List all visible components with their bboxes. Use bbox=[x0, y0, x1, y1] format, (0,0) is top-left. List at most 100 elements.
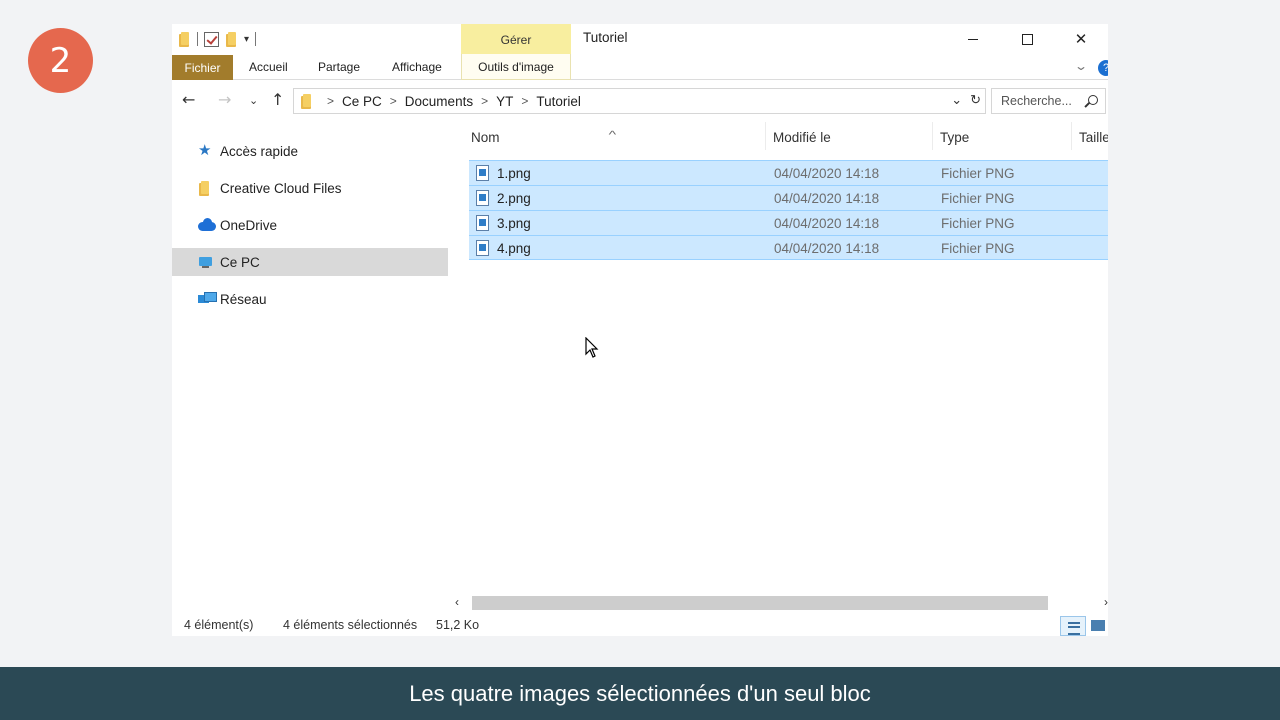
search-placeholder: Recherche... bbox=[1001, 94, 1072, 108]
scrollbar-thumb[interactable] bbox=[472, 596, 1048, 610]
recent-locations-chevron-icon[interactable]: ⌄ bbox=[249, 94, 258, 107]
horizontal-scrollbar[interactable]: ‹ › bbox=[453, 594, 1108, 612]
column-header-taille[interactable]: Taille bbox=[1079, 130, 1108, 145]
tab-accueil[interactable]: Accueil bbox=[249, 60, 288, 74]
maximize-icon bbox=[1021, 33, 1033, 45]
tab-fichier[interactable]: Fichier bbox=[172, 55, 233, 80]
file-name: 3.png bbox=[497, 216, 531, 231]
toolbar-separator bbox=[197, 32, 198, 46]
file-name: 4.png bbox=[497, 241, 531, 256]
breadcrumb-tutoriel[interactable]: Tutoriel bbox=[536, 94, 581, 109]
caption-banner: Les quatre images sélectionnées d'un seu… bbox=[0, 667, 1280, 720]
column-divider[interactable] bbox=[1071, 122, 1072, 150]
new-folder-icon[interactable] bbox=[225, 31, 238, 47]
breadcrumb-separator: > bbox=[481, 94, 489, 108]
file-name: 2.png bbox=[497, 191, 531, 206]
tab-affichage[interactable]: Affichage bbox=[392, 60, 442, 74]
minimize-button[interactable] bbox=[946, 24, 1000, 54]
file-type: Fichier PNG bbox=[941, 216, 1015, 231]
file-row[interactable]: 4.png 04/04/2020 14:18 Fichier PNG bbox=[469, 235, 1108, 260]
computer-icon bbox=[198, 255, 215, 269]
png-file-icon bbox=[476, 215, 489, 231]
navigation-pane: ★ Accès rapide Creative Cloud Files OneD… bbox=[172, 137, 448, 322]
sidebar-item-label: Réseau bbox=[220, 291, 267, 307]
folder-shape bbox=[198, 181, 211, 196]
close-button[interactable]: ✕ bbox=[1054, 24, 1108, 54]
breadcrumb-documents[interactable]: Documents bbox=[405, 94, 473, 109]
breadcrumb-ce-pc[interactable]: Ce PC bbox=[342, 94, 382, 109]
tab-partage[interactable]: Partage bbox=[318, 60, 360, 74]
manage-context-tab[interactable]: Gérer bbox=[461, 24, 571, 54]
file-row[interactable]: 1.png 04/04/2020 14:18 Fichier PNG bbox=[469, 160, 1108, 185]
star-icon: ★ bbox=[198, 142, 212, 159]
folder-icon[interactable] bbox=[178, 31, 191, 47]
sidebar-item-label: Accès rapide bbox=[220, 143, 299, 159]
window-controls: ✕ bbox=[946, 24, 1108, 54]
details-view-button[interactable] bbox=[1060, 616, 1086, 636]
address-bar[interactable]: > Ce PC > Documents > YT > Tutoriel ⌄ ↻ bbox=[293, 88, 986, 114]
status-bar: 4 élément(s) 4 éléments sélectionnés 51,… bbox=[172, 616, 1108, 636]
column-divider[interactable] bbox=[765, 122, 766, 150]
mouse-cursor-icon bbox=[585, 337, 599, 358]
sidebar-item-ce-pc[interactable]: Ce PC bbox=[172, 248, 448, 276]
sidebar-item-label: OneDrive bbox=[220, 217, 278, 233]
help-icon[interactable]: ? bbox=[1098, 60, 1108, 76]
refresh-icon[interactable]: ↻ bbox=[970, 92, 981, 108]
file-modified: 04/04/2020 14:18 bbox=[774, 166, 880, 181]
navigation-bar: ← → ⌄ ↑ > Ce PC > Documents > YT > Tutor… bbox=[172, 87, 1108, 115]
sidebar-item-acces-rapide[interactable]: ★ Accès rapide bbox=[172, 137, 448, 165]
column-header-type[interactable]: Type bbox=[940, 130, 969, 145]
file-explorer-window: ▾ Gérer Tutoriel ✕ Fichier Accueil Parta… bbox=[172, 24, 1108, 636]
window-title: Tutoriel bbox=[583, 30, 628, 45]
png-file-icon bbox=[476, 165, 489, 181]
folder-icon bbox=[300, 93, 313, 109]
item-count: 4 élément(s) bbox=[184, 618, 254, 632]
maximize-button[interactable] bbox=[1000, 24, 1054, 54]
back-arrow-icon[interactable]: ← bbox=[182, 90, 195, 109]
tab-outils-image[interactable]: Outils d'image bbox=[461, 54, 571, 80]
sidebar-item-label: Creative Cloud Files bbox=[220, 180, 342, 196]
sidebar-item-label: Ce PC bbox=[220, 254, 260, 270]
network-icon bbox=[198, 292, 217, 306]
column-headers: ^ Nom Modifié le Type Taille bbox=[469, 122, 1108, 154]
png-file-icon bbox=[476, 240, 489, 256]
expand-ribbon-icon[interactable]: ⌄ bbox=[1074, 59, 1088, 73]
file-name: 1.png bbox=[497, 166, 531, 181]
customize-toolbar-icon[interactable]: ▾ bbox=[244, 34, 249, 45]
search-input[interactable]: Recherche... bbox=[991, 88, 1106, 114]
sidebar-item-reseau[interactable]: Réseau bbox=[172, 285, 448, 313]
properties-icon[interactable] bbox=[204, 31, 219, 47]
file-row[interactable]: 3.png 04/04/2020 14:18 Fichier PNG bbox=[469, 210, 1108, 235]
breadcrumb-yt[interactable]: YT bbox=[496, 94, 513, 109]
file-type: Fichier PNG bbox=[941, 191, 1015, 206]
up-arrow-icon[interactable]: ↑ bbox=[271, 90, 284, 109]
selection-count: 4 éléments sélectionnés bbox=[283, 618, 418, 632]
column-divider[interactable] bbox=[932, 122, 933, 150]
sidebar-item-onedrive[interactable]: OneDrive bbox=[172, 211, 448, 239]
sort-ascending-icon: ^ bbox=[608, 130, 617, 141]
large-icons-view-button[interactable] bbox=[1086, 616, 1108, 636]
png-file-icon bbox=[476, 190, 489, 206]
column-header-nom[interactable]: Nom bbox=[471, 130, 500, 145]
scroll-right-icon[interactable]: › bbox=[1104, 595, 1108, 609]
file-modified: 04/04/2020 14:18 bbox=[774, 216, 880, 231]
file-modified: 04/04/2020 14:18 bbox=[774, 241, 880, 256]
title-bar: ▾ Gérer Tutoriel ✕ bbox=[172, 24, 1108, 54]
file-type: Fichier PNG bbox=[941, 166, 1015, 181]
forward-arrow-icon[interactable]: → bbox=[218, 90, 231, 109]
folder-icon bbox=[198, 181, 215, 196]
toolbar-separator bbox=[255, 32, 257, 46]
cloud-icon bbox=[198, 218, 216, 232]
file-row[interactable]: 2.png 04/04/2020 14:18 Fichier PNG bbox=[469, 185, 1108, 210]
search-icon[interactable] bbox=[1088, 95, 1098, 105]
file-type: Fichier PNG bbox=[941, 241, 1015, 256]
file-rows: 1.png 04/04/2020 14:18 Fichier PNG 2.png… bbox=[469, 160, 1108, 260]
scroll-left-icon[interactable]: ‹ bbox=[455, 595, 459, 609]
selection-size: 51,2 Ko bbox=[436, 618, 480, 632]
breadcrumb-separator: > bbox=[327, 94, 335, 108]
address-dropdown-icon[interactable]: ⌄ bbox=[951, 92, 962, 108]
breadcrumb-separator: > bbox=[521, 94, 529, 108]
sidebar-item-creative-cloud[interactable]: Creative Cloud Files bbox=[172, 174, 448, 202]
column-header-modifie[interactable]: Modifié le bbox=[773, 130, 831, 145]
file-list: ^ Nom Modifié le Type Taille 1.png 04/04… bbox=[469, 122, 1108, 260]
